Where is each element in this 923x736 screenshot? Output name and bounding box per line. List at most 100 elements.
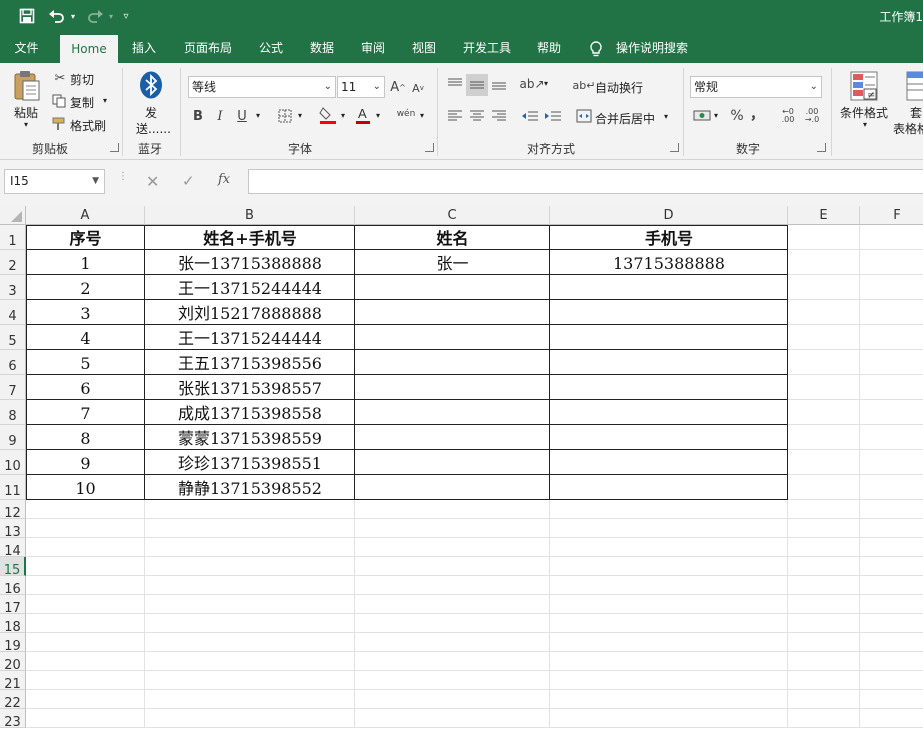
- header-cell-a1[interactable]: 序号: [26, 225, 145, 250]
- comma-button[interactable]: ，: [750, 105, 764, 123]
- align-right-icon[interactable]: [490, 107, 508, 125]
- tab-help[interactable]: 帮助: [528, 33, 570, 63]
- align-bottom-icon[interactable]: [490, 75, 508, 93]
- cell-a10[interactable]: 9: [26, 450, 145, 475]
- align-left-icon[interactable]: [446, 107, 464, 125]
- row-header-1[interactable]: 1: [0, 225, 26, 250]
- row-header-17[interactable]: 17: [0, 595, 26, 616]
- row-header-3[interactable]: 3: [0, 275, 26, 300]
- cell-b10[interactable]: 珍珍13715398551: [145, 450, 355, 475]
- tab-page-layout[interactable]: 页面布局: [176, 33, 240, 63]
- cell-d7[interactable]: [550, 375, 788, 400]
- alignment-launcher-icon[interactable]: [670, 143, 679, 152]
- tab-insert[interactable]: 插入: [124, 33, 164, 63]
- cell-c7[interactable]: [355, 375, 550, 400]
- merge-dropdown-icon[interactable]: ▾: [664, 112, 668, 121]
- cell-a5[interactable]: 4: [26, 325, 145, 350]
- chevron-down-icon[interactable]: ▼: [92, 170, 99, 193]
- row-header-7[interactable]: 7: [0, 375, 26, 400]
- customize-qat-icon[interactable]: ▿: [118, 6, 134, 26]
- fill-color-icon[interactable]: [318, 105, 338, 125]
- cancel-icon[interactable]: ✕: [146, 172, 162, 191]
- column-header-e[interactable]: E: [788, 206, 860, 225]
- chevron-down-icon[interactable]: ⌄: [810, 77, 818, 97]
- currency-dropdown-icon[interactable]: ▾: [714, 111, 718, 120]
- font-launcher-icon[interactable]: [425, 143, 434, 152]
- increase-font-icon[interactable]: A ^: [389, 77, 407, 97]
- row-header-21[interactable]: 21: [0, 671, 26, 692]
- tab-file[interactable]: 文件: [0, 33, 53, 63]
- row-header-4[interactable]: 4: [0, 300, 26, 325]
- cell-d8[interactable]: [550, 400, 788, 425]
- number-launcher-icon[interactable]: [817, 143, 826, 152]
- cell-b9[interactable]: 蒙蒙13715398559: [145, 425, 355, 450]
- paste-button[interactable]: 粘贴: [14, 104, 38, 121]
- cell-c11[interactable]: [355, 475, 550, 500]
- column-header-c[interactable]: C: [355, 206, 550, 225]
- row-header-11[interactable]: 11: [0, 475, 26, 500]
- decrease-font-icon[interactable]: Av: [410, 79, 426, 97]
- cell-a11[interactable]: 10: [26, 475, 145, 500]
- number-format-combo[interactable]: 常规 ⌄: [690, 76, 822, 98]
- cell-c6[interactable]: [355, 350, 550, 375]
- cell-c10[interactable]: [355, 450, 550, 475]
- row-header-22[interactable]: 22: [0, 690, 26, 711]
- row-header-10[interactable]: 10: [0, 450, 26, 475]
- paste-dropdown-icon[interactable]: ▾: [24, 120, 28, 129]
- cell-d10[interactable]: [550, 450, 788, 475]
- select-all-button[interactable]: [0, 206, 26, 225]
- row-header-6[interactable]: 6: [0, 350, 26, 375]
- cell-d11[interactable]: [550, 475, 788, 500]
- underline-dropdown-icon[interactable]: ▾: [256, 111, 260, 120]
- tab-formulas[interactable]: 公式: [250, 33, 292, 63]
- tab-data[interactable]: 数据: [300, 33, 344, 63]
- cell-a6[interactable]: 5: [26, 350, 145, 375]
- align-center-icon[interactable]: [468, 107, 486, 125]
- cell-d4[interactable]: [550, 300, 788, 325]
- fill-color-dropdown-icon[interactable]: ▾: [341, 111, 345, 120]
- tab-view[interactable]: 视图: [402, 33, 446, 63]
- format-as-table-button[interactable]: 套: [910, 104, 922, 121]
- font-name-combo[interactable]: 等线 ⌄: [188, 76, 336, 98]
- row-header-12[interactable]: 12: [0, 500, 26, 521]
- cell-b6[interactable]: 王五13715398556: [145, 350, 355, 375]
- chevron-down-icon[interactable]: ⌄: [373, 77, 381, 97]
- bold-button[interactable]: B: [190, 107, 206, 125]
- paste-icon[interactable]: [12, 69, 42, 101]
- row-header-20[interactable]: 20: [0, 652, 26, 673]
- borders-icon[interactable]: [276, 107, 294, 125]
- row-header-14[interactable]: 14: [0, 538, 26, 559]
- row-header-16[interactable]: 16: [0, 576, 26, 597]
- format-as-table-icon[interactable]: [906, 71, 923, 103]
- cell-a9[interactable]: 8: [26, 425, 145, 450]
- column-header-d[interactable]: D: [550, 206, 788, 225]
- align-middle-icon[interactable]: [466, 74, 488, 96]
- name-box[interactable]: I15 ▼: [4, 169, 105, 194]
- worksheet-grid[interactable]: ABCDEF 1 2 3 4 5 6 7 8 9 10 11 12 13 14 15 16 17 18 19 20 21…: [0, 206, 923, 733]
- decrease-decimal-icon[interactable]: .00 →.0: [802, 106, 822, 126]
- copy-button[interactable]: 复制: [70, 94, 94, 111]
- row-header-13[interactable]: 13: [0, 519, 26, 540]
- cell-a7[interactable]: 6: [26, 375, 145, 400]
- cell-b5[interactable]: 王一13715244444: [145, 325, 355, 350]
- cell-d5[interactable]: [550, 325, 788, 350]
- cell-b3[interactable]: 王一13715244444: [145, 275, 355, 300]
- cell-b2[interactable]: 张一13715388888: [145, 250, 355, 275]
- cell-a8[interactable]: 7: [26, 400, 145, 425]
- cell-b7[interactable]: 张张13715398557: [145, 375, 355, 400]
- save-icon[interactable]: [16, 6, 38, 26]
- orientation-icon[interactable]: ab↗: [519, 75, 544, 93]
- column-header-a[interactable]: A: [26, 206, 145, 225]
- header-cell-c1[interactable]: 姓名: [355, 225, 550, 250]
- cell-c5[interactable]: [355, 325, 550, 350]
- undo-icon[interactable]: [46, 6, 68, 26]
- cell-c8[interactable]: [355, 400, 550, 425]
- copy-dropdown-icon[interactable]: ▾: [103, 96, 107, 105]
- align-top-icon[interactable]: [446, 75, 464, 93]
- enter-icon[interactable]: ✓: [182, 172, 198, 190]
- cell-a3[interactable]: 2: [26, 275, 145, 300]
- chevron-down-icon[interactable]: ⌄: [324, 77, 332, 97]
- increase-decimal-icon[interactable]: ←0.00: [778, 106, 798, 126]
- column-header-f[interactable]: F: [860, 206, 923, 225]
- phonetic-button[interactable]: wén: [396, 105, 416, 123]
